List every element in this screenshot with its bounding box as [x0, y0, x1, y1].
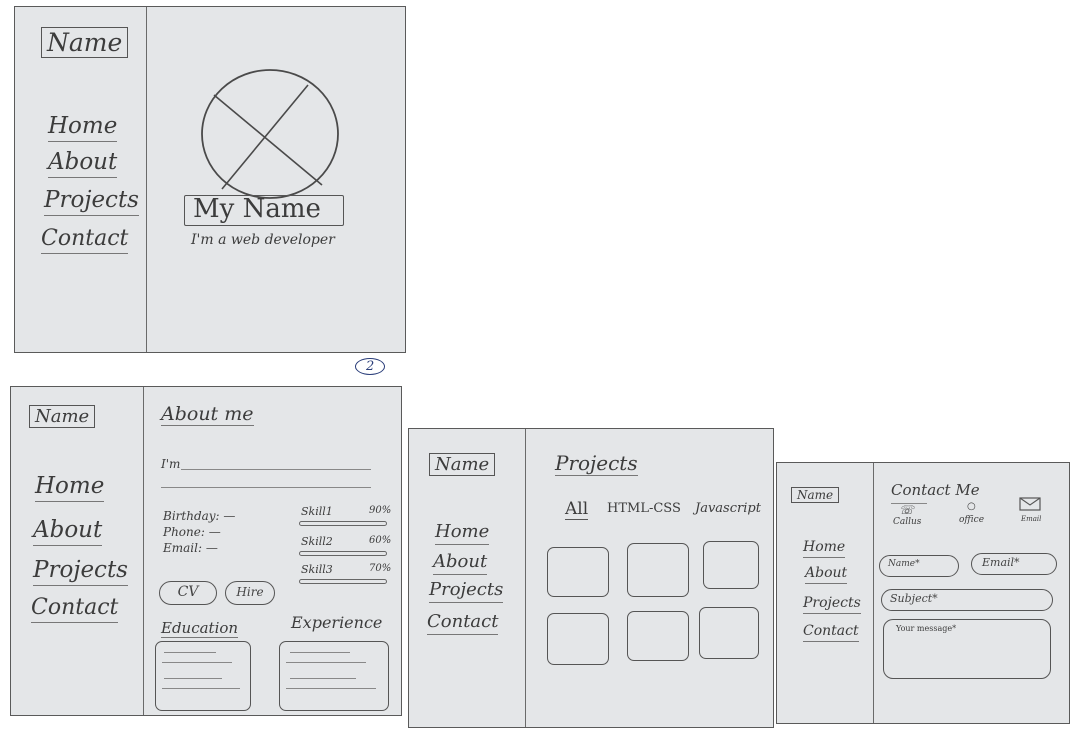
nav-about[interactable]: About	[33, 517, 103, 546]
skill-label: Skill3	[301, 563, 333, 576]
email-input[interactable]: Email*	[971, 553, 1057, 575]
filter-javascript-tab[interactable]: Javascript	[695, 501, 761, 516]
sidebar-divider	[146, 7, 147, 352]
sidebar-divider	[143, 387, 144, 715]
intro-text: I'm	[161, 457, 181, 471]
section-title: About me	[161, 403, 254, 426]
section-title: Projects	[555, 451, 638, 476]
project-thumbnail[interactable]	[703, 541, 759, 589]
project-thumbnail[interactable]	[547, 547, 609, 597]
skill-label: Skill2	[301, 535, 333, 548]
education-heading: Education	[161, 619, 239, 638]
hero-name-box: My Name	[184, 194, 344, 226]
nav-home[interactable]: Home	[35, 473, 105, 502]
profile-image-placeholder	[201, 69, 339, 199]
skill-bar	[299, 551, 387, 556]
channel-label: office	[959, 515, 985, 525]
skill-label: Skill1	[301, 505, 333, 518]
experience-card	[279, 641, 389, 711]
project-thumbnail[interactable]	[699, 607, 759, 659]
project-thumbnail[interactable]	[627, 611, 689, 661]
education-card	[155, 641, 251, 711]
nav-projects[interactable]: Projects	[33, 557, 128, 586]
project-thumbnail[interactable]	[627, 543, 689, 597]
skill-percent: 90%	[369, 505, 392, 516]
brand-logo[interactable]: Name	[41, 27, 129, 58]
hero-name: My Name	[193, 194, 321, 224]
channel-label: Callus	[893, 517, 922, 527]
nav-about[interactable]: About	[433, 551, 488, 575]
info-birthday: Birthday: —	[163, 509, 236, 523]
filter-html-css-tab[interactable]: HTML-CSS	[607, 501, 681, 516]
nav-contact[interactable]: Contact	[427, 611, 499, 635]
nav-contact[interactable]: Contact	[41, 226, 129, 254]
sketch-contact-page: Name Home About Projects Contact Contact…	[776, 462, 1070, 724]
nav-projects[interactable]: Projects	[44, 187, 139, 216]
brand-logo[interactable]: Name	[791, 487, 840, 503]
skill-bar	[299, 579, 387, 584]
cv-button[interactable]: CV	[159, 581, 217, 605]
email-icon	[1019, 497, 1041, 511]
nav-contact[interactable]: Contact	[31, 595, 119, 623]
brand-logo[interactable]: Name	[429, 453, 496, 476]
sketch-projects-page: Name Home About Projects Contact Project…	[408, 428, 774, 728]
sidebar-divider	[873, 463, 874, 723]
hero-tagline: I'm a web developer	[191, 232, 335, 248]
nav-about[interactable]: About	[805, 565, 848, 584]
nav-projects[interactable]: Projects	[803, 595, 861, 614]
experience-heading: Experience	[291, 613, 383, 632]
section-title: Contact Me	[891, 481, 980, 499]
message-textarea[interactable]: Your message*	[883, 619, 1051, 679]
name-input[interactable]: Name*	[879, 555, 959, 577]
page-number-badge: 2	[355, 358, 386, 375]
sketch-home-page: Name Home About Projects Contact My Name…	[14, 6, 406, 375]
nav-contact[interactable]: Contact	[803, 623, 859, 642]
info-phone: Phone: —	[163, 525, 221, 539]
brand-logo[interactable]: Name	[29, 405, 96, 428]
skill-bar	[299, 521, 387, 526]
nav-home[interactable]: Home	[803, 539, 846, 558]
phone-icon: ☏	[899, 503, 915, 517]
nav-about[interactable]: About	[48, 149, 118, 178]
message-placeholder: Your message*	[896, 624, 957, 633]
skill-percent: 60%	[369, 535, 392, 546]
info-email: Email: —	[163, 541, 218, 555]
project-thumbnail[interactable]	[547, 613, 609, 665]
skill-percent: 70%	[369, 563, 392, 574]
nav-home[interactable]: Home	[435, 521, 490, 545]
nav-home[interactable]: Home	[48, 113, 118, 142]
filter-all-tab[interactable]: All	[565, 499, 589, 520]
hire-button[interactable]: Hire	[225, 581, 275, 605]
nav-projects[interactable]: Projects	[429, 579, 504, 603]
channel-label: Email	[1021, 515, 1042, 523]
location-icon: ○	[967, 501, 976, 512]
sidebar-divider	[525, 429, 526, 727]
subject-input[interactable]: Subject*	[881, 589, 1053, 611]
sketch-about-page: Name Home About Projects Contact About m…	[10, 386, 402, 716]
intro-line	[181, 469, 371, 470]
intro-line	[161, 487, 371, 488]
